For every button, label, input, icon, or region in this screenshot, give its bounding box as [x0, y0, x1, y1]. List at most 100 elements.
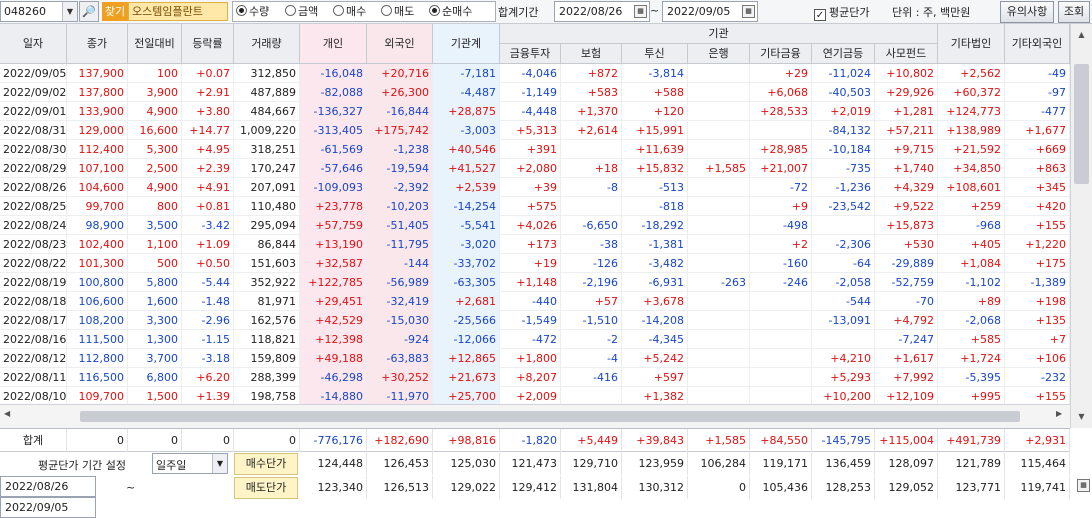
radio-2[interactable]: 매수	[333, 5, 366, 19]
table-row[interactable]: 2022/08/24 98,900 3,500 -3.42 295,094 +57,759…	[0, 216, 1070, 235]
table-row[interactable]: 2022/08/16 111,500 1,300 -1.15 118,821 +12,39…	[0, 330, 1070, 349]
table-cell	[688, 349, 750, 368]
col-header-sub-0[interactable]: 금융투자	[500, 44, 561, 64]
start-date-field[interactable]: 2022/08/26 ▦	[554, 1, 650, 22]
table-cell	[688, 235, 750, 254]
calendar-icon[interactable]: ▦	[1077, 479, 1090, 492]
table-cell: -19,594	[367, 159, 433, 178]
col-header-sub-6[interactable]: 사모펀드	[875, 44, 938, 64]
table-row[interactable]: 2022/08/31 129,000 16,600 +14.77 1,009,220 -3…	[0, 121, 1070, 140]
sum-cell: -145,795	[812, 429, 875, 452]
table-cell: 312,850	[234, 64, 300, 83]
table-cell: 162,576	[234, 311, 300, 330]
notice-button[interactable]: 유의사항	[1000, 1, 1054, 23]
table-row[interactable]: 2022/08/26 104,600 4,900 +4.91 207,091 -109,0…	[0, 178, 1070, 197]
table-row[interactable]: 2022/08/22 101,300 500 +0.50 151,603 +32,587-…	[0, 254, 1070, 273]
table-cell: 101,300	[67, 254, 128, 273]
table-row[interactable]: 2022/08/10 109,700 1,500 +1.39 198,758 -14,88…	[0, 387, 1070, 404]
scroll-down-icon[interactable]: ▼	[1073, 408, 1090, 425]
calendar-icon[interactable]: ▦	[742, 5, 755, 18]
scroll-left-icon[interactable]: ◀	[4, 409, 10, 418]
scroll-thumb[interactable]	[80, 411, 1020, 422]
scroll-right-icon[interactable]: ▶	[1056, 409, 1062, 418]
sum-row: 합계 0 0 0 0 -776,176 +182,690 +98,816 -1,820 +5,44…	[0, 428, 1070, 452]
table-cell	[688, 102, 750, 121]
table-cell: +597	[622, 368, 688, 387]
table-row[interactable]: 2022/08/11 116,500 6,800 +6.20 288,399 -46,29…	[0, 368, 1070, 387]
table-row[interactable]: 2022/08/17 108,200 3,300 -2.96 162,576 +42,52…	[0, 311, 1070, 330]
col-header-7[interactable]: 기관계	[433, 24, 500, 64]
radio-label: 수량	[249, 5, 270, 18]
radio-3[interactable]: 매도	[381, 5, 414, 19]
table-cell: +0.07	[182, 64, 234, 83]
radio-icon	[429, 5, 440, 16]
horizontal-scrollbar[interactable]: ◀ ▶	[0, 404, 1070, 428]
col-header-sub-2[interactable]: 투신	[622, 44, 688, 64]
table-row[interactable]: 2022/08/29 107,100 2,500 +2.39 170,247 -57,64…	[0, 159, 1070, 178]
radio-label: 금액	[298, 5, 319, 18]
end-date-field[interactable]: 2022/09/05 ▦	[662, 1, 758, 22]
table-cell: +391	[500, 140, 561, 159]
table-cell: 484,667	[234, 102, 300, 121]
table-cell: +23,778	[300, 197, 367, 216]
table-cell: -4	[561, 349, 622, 368]
scroll-thumb[interactable]	[1074, 64, 1089, 184]
table-cell: +4,210	[812, 349, 875, 368]
table-cell: +2,539	[433, 178, 500, 197]
table-cell: -11,970	[367, 387, 433, 404]
scroll-up-icon[interactable]: ▲	[1073, 26, 1090, 43]
table-row[interactable]: 2022/09/01 133,900 4,900 +3.80 484,667 -136,3…	[0, 102, 1070, 121]
chevron-down-icon[interactable]: ▼	[212, 454, 227, 473]
avg-end-date-field[interactable]: 2022/09/05 ▦	[0, 479, 1090, 518]
stock-code-input[interactable]: 048260 ▼	[0, 1, 78, 22]
calendar-icon[interactable]: ▦	[634, 5, 647, 18]
radio-4[interactable]: 순매수	[429, 5, 472, 19]
table-row[interactable]: 2022/08/25 99,700 800 +0.81 110,480 +23,778 -1…	[0, 197, 1070, 216]
table-cell: +2,009	[500, 387, 561, 404]
table-row[interactable]: 2022/08/12 112,800 3,700 -3.18 159,809 +49,18…	[0, 349, 1070, 368]
avg-start-date-field[interactable]: 2022/08/26 ▦	[0, 476, 1090, 497]
table-row[interactable]: 2022/09/02 137,800 3,900 +2.91 487,889 -82,08…	[0, 83, 1070, 102]
col-header-2[interactable]: 전일대비	[128, 24, 182, 64]
col-header-sub-1[interactable]: 보험	[561, 44, 622, 64]
col-header-6[interactable]: 외국인	[367, 24, 433, 64]
table-cell: -5,395	[938, 368, 1005, 387]
col-header-4[interactable]: 거래량	[234, 24, 300, 64]
col-header-0[interactable]: 일자	[0, 24, 67, 64]
col-header-sub-5[interactable]: 연기금등	[812, 44, 875, 64]
table-cell: 137,800	[67, 83, 128, 102]
table-cell: 2022/08/30	[0, 140, 67, 159]
table-cell: +14.77	[182, 121, 234, 140]
col-header-right-0[interactable]: 기타법인	[938, 24, 1005, 64]
search-icon[interactable]: 🔎	[79, 1, 99, 22]
query-button[interactable]: 조회	[1058, 1, 1090, 23]
table-cell: 1,300	[128, 330, 182, 349]
avg-price-checkbox[interactable]: ✓ 평균단가	[814, 4, 869, 21]
table-row[interactable]: 2022/08/18 106,600 1,600 -1.48 81,971 +29,451…	[0, 292, 1070, 311]
col-header-right-1[interactable]: 기타외국인	[1005, 24, 1070, 64]
table-cell: +124,773	[938, 102, 1005, 121]
avg-period-select[interactable]: 일주일 ▼	[152, 453, 228, 474]
table-cell: +19	[500, 254, 561, 273]
chevron-down-icon[interactable]: ▼	[62, 2, 77, 21]
table-cell: +26,300	[367, 83, 433, 102]
table-cell: +28,985	[750, 140, 812, 159]
radio-1[interactable]: 금액	[285, 5, 318, 19]
radio-0[interactable]: 수량	[236, 5, 269, 19]
col-header-sub-3[interactable]: 은행	[688, 44, 750, 64]
col-header-3[interactable]: 등락률	[182, 24, 234, 64]
table-cell: -5.44	[182, 273, 234, 292]
find-chip[interactable]: 찾기	[102, 2, 128, 21]
table-row[interactable]: 2022/08/19 100,800 5,800 -5.44 352,922 +122,7…	[0, 273, 1070, 292]
table-row[interactable]: 2022/09/05 137,900 100 +0.07 312,850 -16,048 +…	[0, 64, 1070, 83]
col-header-1[interactable]: 종가	[67, 24, 128, 64]
vertical-scrollbar[interactable]: ▲ ▼	[1070, 24, 1092, 428]
table-cell: -84,132	[812, 121, 875, 140]
table-row[interactable]: 2022/08/23 102,400 1,100 +1.09 86,844 +13,190…	[0, 235, 1070, 254]
table-cell: 170,247	[234, 159, 300, 178]
col-header-sub-4[interactable]: 기타금융	[750, 44, 812, 64]
table-cell	[750, 330, 812, 349]
col-header-5[interactable]: 개인	[300, 24, 367, 64]
table-cell: 16,600	[128, 121, 182, 140]
table-row[interactable]: 2022/08/30 112,400 5,300 +4.95 318,251 -61,56…	[0, 140, 1070, 159]
